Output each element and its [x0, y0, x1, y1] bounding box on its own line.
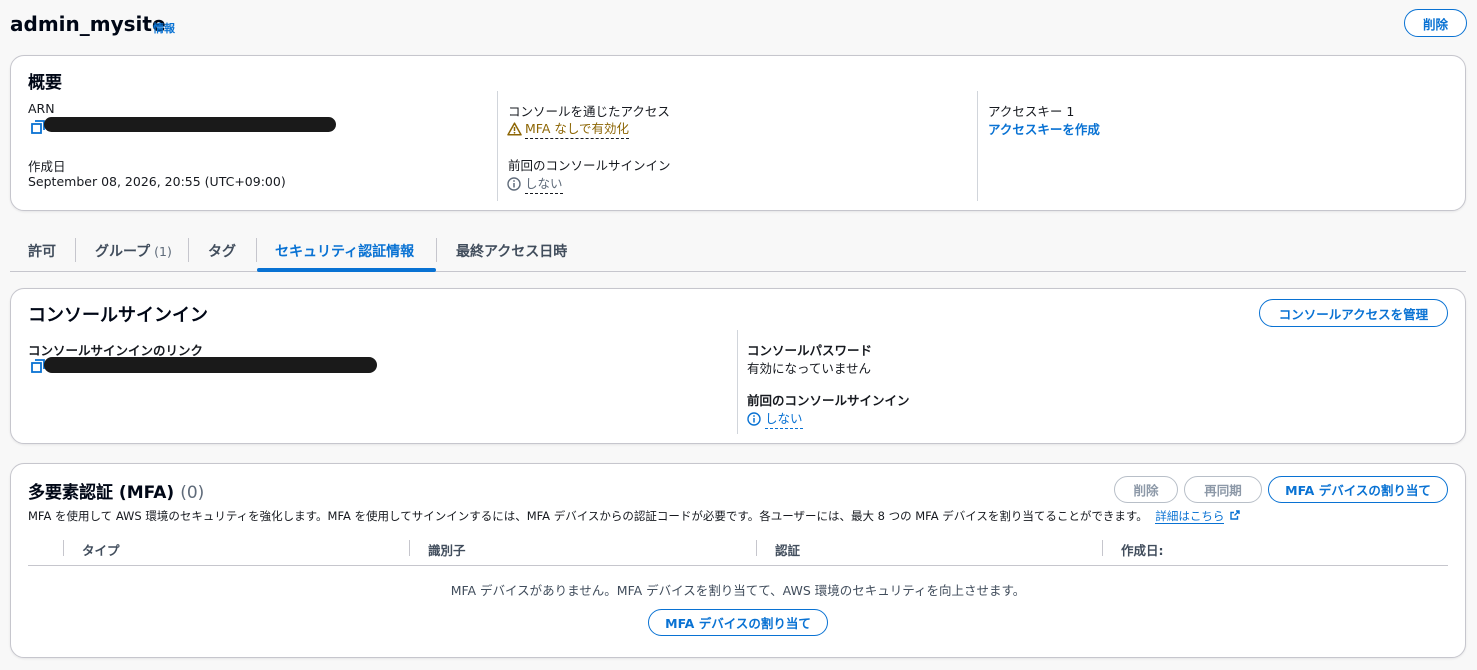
learn-more-label: 詳細はこちら	[1155, 509, 1225, 523]
summary-heading: 概要	[28, 73, 62, 93]
mfa-resync-button[interactable]: 再同期	[1184, 476, 1262, 503]
column-divider	[497, 91, 498, 201]
column-header-type[interactable]: タイプ	[82, 540, 120, 559]
manage-console-access-button[interactable]: コンソールアクセスを管理	[1259, 299, 1448, 327]
active-tab-indicator	[257, 268, 436, 272]
mfa-heading-group: 多要素認証 (MFA) (0)	[28, 478, 204, 503]
create-access-key-link[interactable]: アクセスキーを作成	[988, 119, 1100, 138]
mfa-heading: 多要素認証 (MFA)	[28, 483, 175, 503]
console-access-value: MFA なしで有効化	[525, 118, 629, 139]
tab-security-credentials[interactable]: セキュリティ認証情報	[275, 232, 414, 270]
console-last-signin-status[interactable]: しない	[747, 408, 803, 429]
mfa-description: MFA を使用して AWS 環境のセキュリティを強化します。MFA を使用してサ…	[28, 509, 1148, 523]
copy-icon[interactable]	[31, 359, 45, 373]
mfa-count: (0)	[180, 483, 205, 503]
tab-groups-label: グループ	[95, 244, 151, 260]
column-separator	[1102, 540, 1103, 556]
column-divider	[977, 91, 978, 201]
tab-groups[interactable]: グループ (1)	[95, 232, 172, 270]
mfa-empty-text: MFA デバイスがありません。MFA デバイスを割り当てて、AWS 環境のセキュ…	[450, 583, 1026, 598]
last-signin-value: しない	[525, 173, 563, 194]
tab-permissions[interactable]: 許可	[28, 232, 56, 270]
learn-more-link[interactable]: 詳細はこちら	[1155, 509, 1225, 524]
console-signin-heading: コンソールサインイン	[28, 305, 208, 326]
console-last-signin-label: 前回のコンソールサインイン	[747, 393, 910, 408]
arn-label: ARN	[28, 101, 55, 116]
table-header-divider	[28, 565, 1448, 566]
console-access-status[interactable]: MFA なしで有効化	[507, 118, 629, 139]
column-header-identifier[interactable]: 識別子	[428, 540, 466, 559]
tabs-baseline	[10, 271, 1466, 272]
column-header-created[interactable]: 作成日:	[1121, 540, 1164, 559]
info-link[interactable]: 情報	[153, 20, 175, 36]
access-key-label: アクセスキー 1	[988, 104, 1075, 119]
column-divider	[737, 330, 738, 434]
assign-mfa-empty-button[interactable]: MFA デバイスの割り当て	[648, 609, 828, 636]
column-header-certification[interactable]: 認証	[775, 540, 800, 559]
tab-separator	[256, 238, 257, 262]
redacted-signin-link	[44, 357, 377, 373]
column-separator	[63, 540, 64, 556]
console-password-label: コンソールパスワード	[747, 343, 873, 358]
page-title: admin_mysite	[10, 12, 166, 36]
warning-icon	[507, 121, 522, 136]
tab-last-accessed[interactable]: 最終アクセス日時	[456, 232, 567, 270]
created-label: 作成日	[28, 159, 66, 174]
assign-mfa-button[interactable]: MFA デバイスの割り当て	[1268, 476, 1448, 503]
tab-separator	[436, 238, 437, 262]
info-icon	[507, 176, 521, 191]
redacted-arn	[44, 117, 336, 132]
info-icon	[747, 411, 761, 426]
delete-user-button[interactable]: 削除	[1404, 9, 1467, 37]
mfa-description-row: MFA を使用して AWS 環境のセキュリティを強化します。MFA を使用してサ…	[28, 508, 1240, 524]
tab-separator	[75, 238, 76, 262]
console-password-value: 有効になっていません	[747, 361, 872, 376]
tab-groups-count: (1)	[154, 243, 172, 259]
tab-separator	[188, 238, 189, 262]
last-signin-label: 前回のコンソールサインイン	[508, 158, 671, 173]
created-value: September 08, 2026, 20:55 (UTC+09:00)	[28, 174, 286, 189]
column-separator	[409, 540, 410, 556]
console-last-signin-value: しない	[765, 408, 803, 429]
mfa-delete-button[interactable]: 削除	[1114, 476, 1178, 503]
last-signin-status[interactable]: しない	[507, 173, 563, 194]
column-separator	[756, 540, 757, 556]
external-link-icon	[1230, 510, 1240, 520]
tab-tags[interactable]: タグ	[208, 232, 236, 270]
copy-icon[interactable]	[31, 120, 45, 134]
